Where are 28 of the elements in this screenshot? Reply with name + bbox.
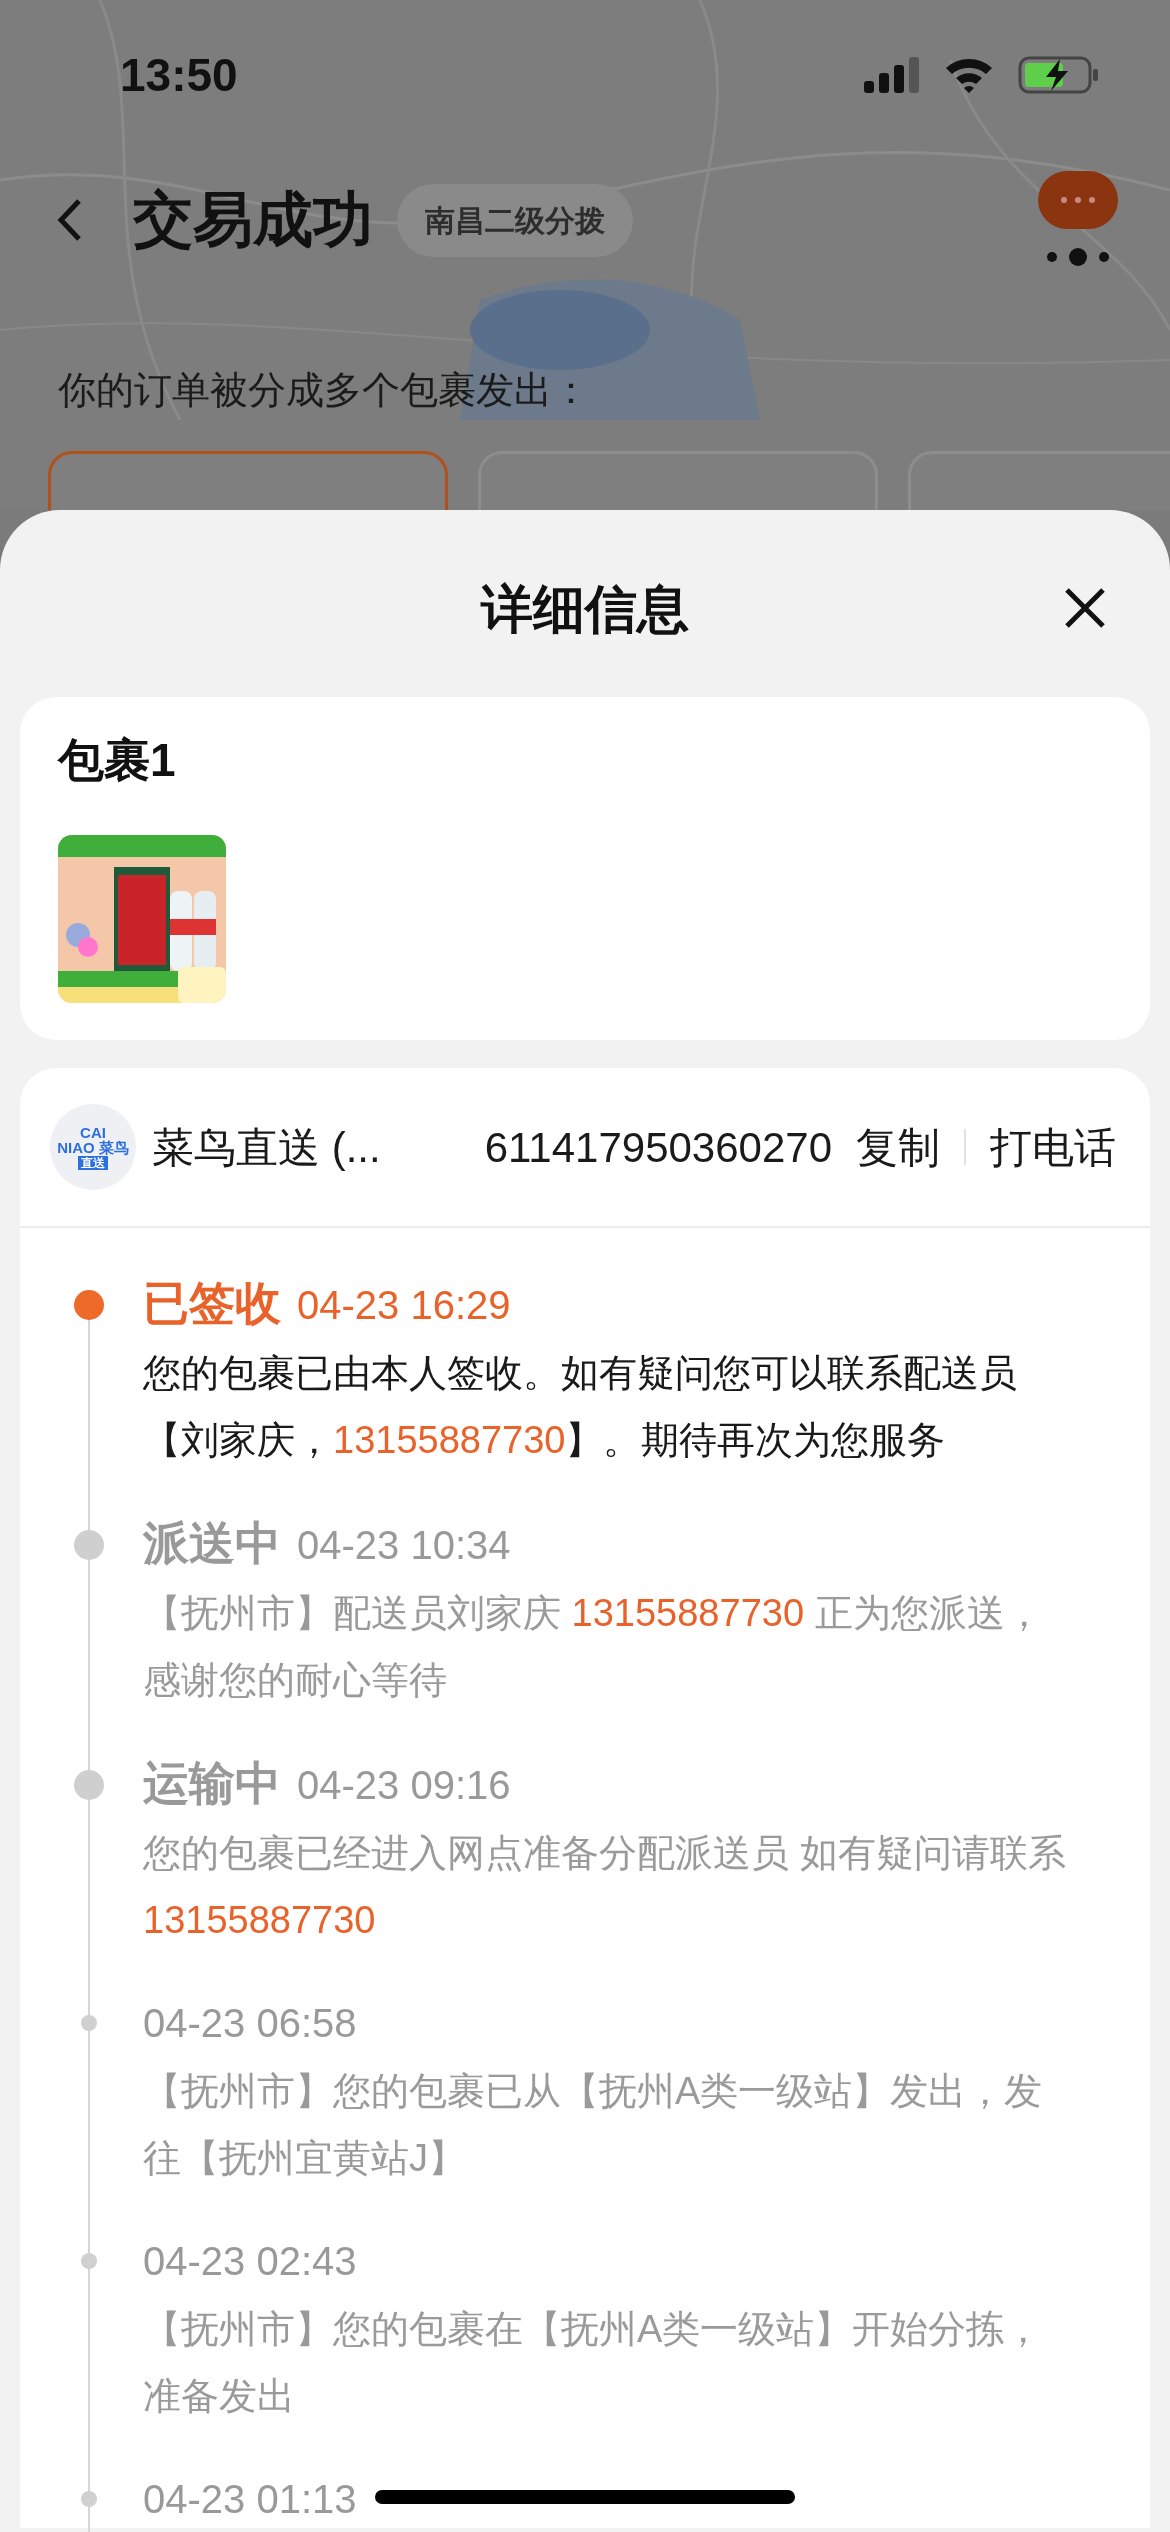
event-description: 【抚州市】您的包裹已从【抚州A类一级站】发出，发往【抚州宜黄站J】 bbox=[143, 2069, 1044, 2181]
event-time: 04-23 01:13 bbox=[143, 2476, 357, 2523]
event-time: 04-23 02:43 bbox=[143, 2238, 357, 2285]
signal-icon bbox=[864, 55, 920, 95]
event-time: 04-23 10:34 bbox=[297, 1522, 511, 1569]
event-time: 04-23 06:58 bbox=[143, 2000, 357, 2047]
status-label: 派送中 bbox=[143, 1516, 281, 1571]
wifi-icon bbox=[944, 56, 994, 94]
status-time: 13:50 bbox=[120, 47, 238, 103]
event-time: 04-23 16:29 bbox=[297, 1282, 511, 1329]
copy-button[interactable]: 复制 bbox=[856, 1115, 940, 1179]
split-notice: 你的订单被分成多个包裹发出： bbox=[57, 368, 591, 413]
event-description: 您的包裹已经进入网点准备分配派送员 如有疑问请联系 13155887730 bbox=[143, 1831, 1067, 1943]
sheet-title: 详细信息 bbox=[481, 582, 689, 635]
page-title: 交易成功 bbox=[133, 185, 373, 255]
package-title: 包裹1 bbox=[58, 737, 177, 783]
status-label: 运输中 bbox=[143, 1756, 281, 1811]
event-time: 04-23 09:16 bbox=[297, 1762, 511, 1809]
event-description: 您的包裹已由本人签收。如有疑问您可以联系配送员【刘家庆，13155887730】。期待再次为您服务 bbox=[143, 1351, 1018, 1463]
event-description: 【抚州市】配送员刘家庆 13155887730 正为您派送，感谢您的耐心等待 bbox=[143, 1591, 1044, 1703]
tracking-number: 611417950360270 bbox=[484, 1122, 832, 1173]
battery-charging-icon bbox=[1018, 55, 1100, 95]
call-button[interactable]: 打电话 bbox=[990, 1115, 1116, 1179]
map-location-label: 南昌二级分拨 bbox=[397, 183, 633, 257]
status-label: 已签收 bbox=[143, 1276, 281, 1331]
carrier-name: 菜鸟直送 (... bbox=[152, 1122, 381, 1173]
carrier-logo: CAI NIAO 菜鸟 直送 bbox=[50, 1104, 136, 1190]
event-description: 【抚州市】您的包裹在【抚州A类一级站】开始分拣，准备发出 bbox=[143, 2307, 1044, 2419]
